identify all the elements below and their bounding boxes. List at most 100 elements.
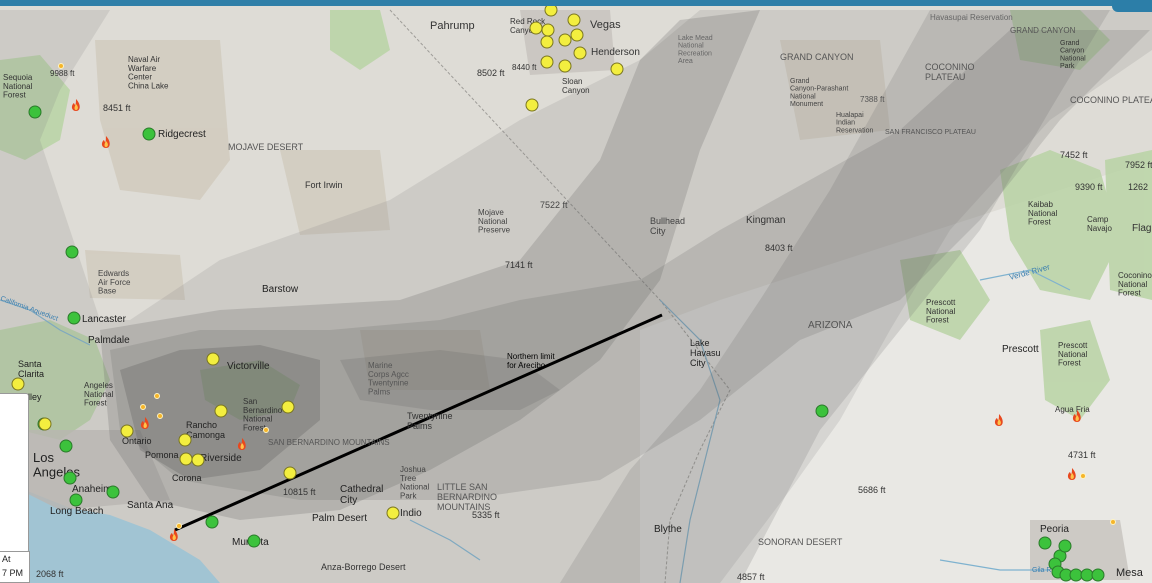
- label-elev-8451: 8451 ft: [103, 103, 131, 113]
- label-san-francisco-plateau: SAN FRANCISCO PLATEAU: [885, 129, 976, 136]
- label-arizona: ARIZONA: [808, 320, 853, 331]
- green-monitor-marker[interactable]: [1080, 568, 1094, 582]
- top-bar: [0, 0, 1152, 6]
- top-bar-tab[interactable]: [1112, 0, 1152, 12]
- label-sonoran-desert: SONORAN DESERT: [758, 537, 843, 547]
- label-ontario: Ontario: [122, 436, 152, 446]
- map[interactable]: Pahrump Red Rock Canyon Vegas Henderson Sloan…: [0, 0, 1152, 583]
- label-mojave-desert: MOJAVE DESERT: [228, 142, 304, 152]
- label-coconino-plateau-2: COCONINO PLATEAU: [1070, 95, 1152, 105]
- yellow-monitor-marker[interactable]: [540, 55, 554, 69]
- hotspot-icon[interactable]: [1110, 519, 1116, 525]
- hotspot-icon[interactable]: [176, 523, 182, 529]
- green-monitor-marker[interactable]: [63, 471, 77, 485]
- label-henderson: Henderson: [591, 47, 640, 58]
- yellow-monitor-marker[interactable]: [191, 453, 205, 467]
- label-peoria: Peoria: [1040, 524, 1069, 535]
- green-monitor-marker[interactable]: [1038, 536, 1052, 550]
- hotspot-icon[interactable]: [1080, 473, 1086, 479]
- green-monitor-marker[interactable]: [142, 127, 156, 141]
- yellow-monitor-marker[interactable]: [558, 33, 572, 47]
- yellow-monitor-marker[interactable]: [206, 352, 220, 366]
- label-kingman: Kingman: [746, 215, 785, 226]
- yellow-monitor-marker[interactable]: [214, 404, 228, 418]
- label-elev-5686: 5686 ft: [858, 485, 886, 495]
- label-elev-7388: 7388 ft: [860, 95, 885, 104]
- label-lancaster: Lancaster: [82, 314, 127, 325]
- label-elev-1262: 1262: [1128, 182, 1148, 192]
- label-elev-4857: 4857 ft: [737, 572, 765, 582]
- yellow-monitor-marker[interactable]: [283, 466, 297, 480]
- hotspot-icon[interactable]: [140, 404, 146, 410]
- label-elev-8502: 8502 ft: [477, 68, 505, 78]
- label-elev-7141: 7141 ft: [505, 260, 533, 270]
- label-flagstaff: Flag: [1132, 223, 1151, 234]
- hotspot-icon[interactable]: [154, 393, 160, 399]
- label-santa-clarita: Santa Clarita: [18, 359, 44, 379]
- yellow-monitor-marker[interactable]: [573, 46, 587, 60]
- label-elev-9988: 9988 ft: [50, 69, 75, 78]
- label-ridgecrest: Ridgecrest: [158, 129, 206, 140]
- label-palm-desert: Palm Desert: [312, 513, 367, 524]
- yellow-monitor-marker[interactable]: [570, 28, 584, 42]
- label-elev-4731: 4731 ft: [1068, 450, 1096, 460]
- label-riverside: Riverside: [200, 453, 242, 464]
- green-monitor-marker[interactable]: [205, 515, 219, 529]
- yellow-monitor-marker[interactable]: [525, 98, 539, 112]
- green-monitor-marker[interactable]: [67, 311, 81, 325]
- yellow-monitor-marker[interactable]: [567, 13, 581, 27]
- label-elev-7952: 7952 ft: [1125, 160, 1152, 170]
- label-hualapai-reservation: Havasupai Reservation: [930, 13, 1013, 22]
- yellow-monitor-marker[interactable]: [11, 377, 25, 391]
- label-elev-8440: 8440 ft: [512, 63, 537, 72]
- green-monitor-marker[interactable]: [59, 439, 73, 453]
- green-monitor-marker[interactable]: [28, 105, 42, 119]
- time-label-line2: 7 PM: [2, 568, 24, 578]
- green-monitor-marker[interactable]: [1058, 539, 1072, 553]
- green-monitor-marker[interactable]: [106, 485, 120, 499]
- green-monitor-marker[interactable]: [1091, 568, 1105, 582]
- label-indio: Indio: [400, 508, 422, 519]
- label-prescott: Prescott: [1002, 344, 1039, 355]
- label-long-beach: Long Beach: [50, 506, 103, 517]
- green-monitor-marker[interactable]: [65, 245, 79, 259]
- label-elev-2068: 2068 ft: [36, 569, 64, 579]
- yellow-monitor-marker[interactable]: [529, 21, 543, 35]
- yellow-monitor-marker[interactable]: [386, 506, 400, 520]
- label-fort-irwin: Fort Irwin: [305, 180, 343, 190]
- green-monitor-marker[interactable]: [1069, 568, 1083, 582]
- label-pahrump: Pahrump: [430, 20, 475, 32]
- yellow-monitor-marker[interactable]: [38, 417, 52, 431]
- time-label-line1: At: [2, 554, 11, 564]
- yellow-monitor-marker[interactable]: [281, 400, 295, 414]
- label-elev-10815: 10815 ft: [283, 487, 316, 497]
- label-grand-canyon: GRAND CANYON: [1010, 26, 1076, 35]
- legend-panel[interactable]: [0, 393, 29, 553]
- label-santa-ana: Santa Ana: [127, 500, 174, 511]
- green-monitor-marker[interactable]: [69, 493, 83, 507]
- label-mesa: Mesa: [1116, 567, 1144, 579]
- yellow-monitor-marker[interactable]: [120, 424, 134, 438]
- yellow-monitor-marker[interactable]: [540, 35, 554, 49]
- label-barstow: Barstow: [262, 284, 299, 295]
- time-panel: At 7 PM: [0, 551, 30, 583]
- label-corona: Corona: [172, 473, 202, 483]
- label-anaheim: Anaheim: [72, 484, 111, 495]
- yellow-monitor-marker[interactable]: [179, 452, 193, 466]
- label-elev-8403: 8403 ft: [765, 243, 793, 253]
- hotspot-icon[interactable]: [157, 413, 163, 419]
- label-valley: lley: [28, 392, 42, 402]
- label-las-vegas: Vegas: [590, 19, 621, 31]
- map-canvas[interactable]: Pahrump Red Rock Canyon VegasHendersonSloan…: [0, 0, 1152, 583]
- yellow-monitor-marker[interactable]: [178, 433, 192, 447]
- yellow-monitor-marker[interactable]: [610, 62, 624, 76]
- yellow-monitor-marker[interactable]: [541, 23, 555, 37]
- label-san-bernardino-mtns: SAN BERNARDINO MOUNTAINS: [268, 438, 390, 447]
- label-agua-fria: Agua Fria: [1055, 405, 1090, 414]
- hotspot-icon[interactable]: [263, 427, 269, 433]
- label-pomona: Pomona: [145, 450, 179, 460]
- hotspot-icon[interactable]: [58, 63, 64, 69]
- green-monitor-marker[interactable]: [247, 534, 261, 548]
- green-monitor-marker[interactable]: [815, 404, 829, 418]
- yellow-monitor-marker[interactable]: [558, 59, 572, 73]
